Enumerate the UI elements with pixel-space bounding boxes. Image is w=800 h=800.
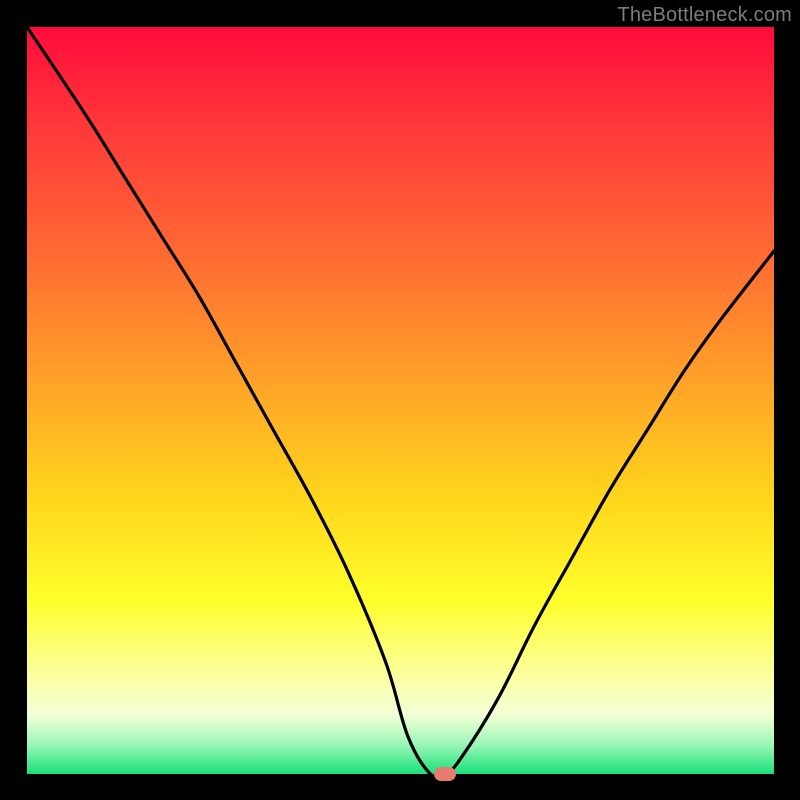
- plot-area: [27, 27, 774, 774]
- watermark-text: TheBottleneck.com: [617, 4, 792, 27]
- minimum-marker: [434, 767, 456, 781]
- chart-frame: TheBottleneck.com: [0, 0, 800, 800]
- bottleneck-curve: [27, 27, 774, 774]
